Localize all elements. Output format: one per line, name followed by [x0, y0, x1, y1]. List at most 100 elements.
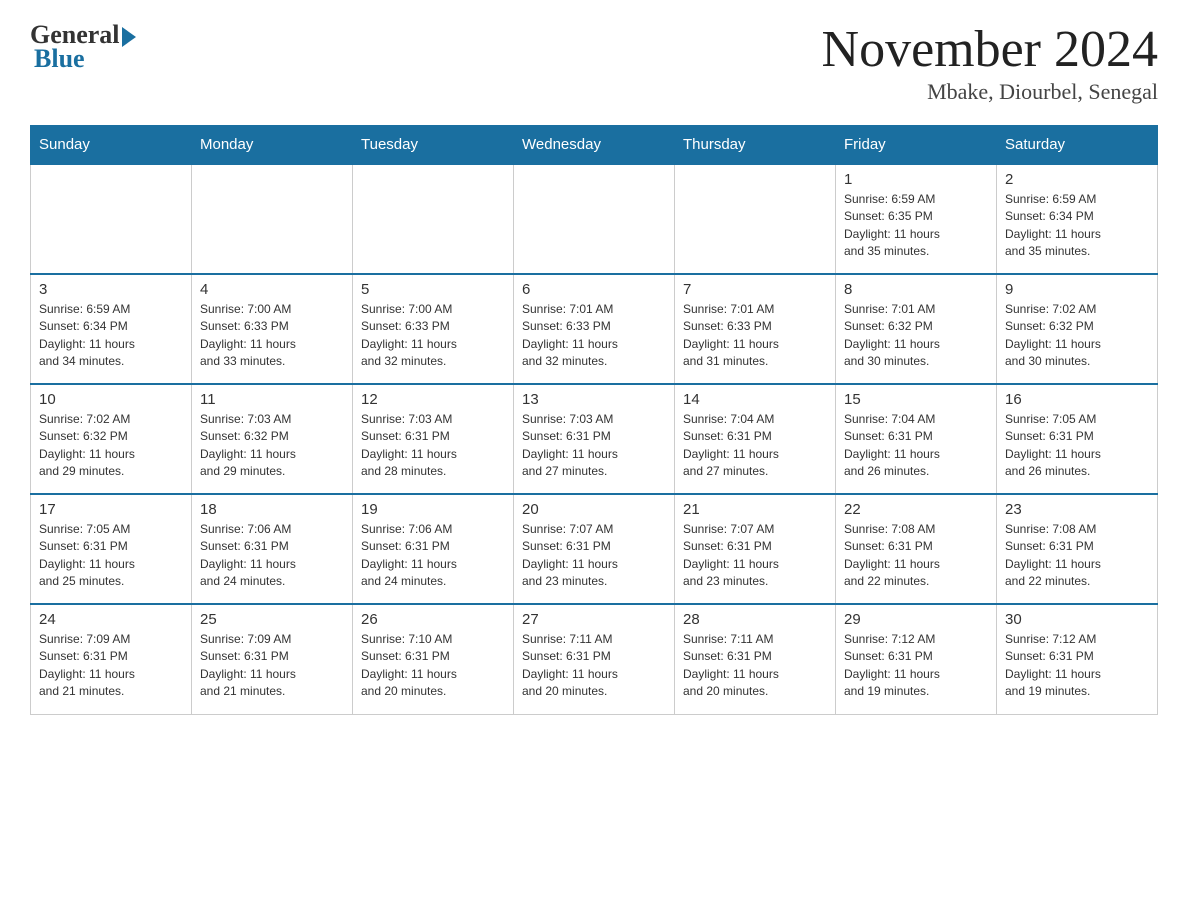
calendar-week-row: 24 Sunrise: 7:09 AMSunset: 6:31 PMDayligh… [31, 604, 1158, 714]
day-info: Sunrise: 7:09 AMSunset: 6:31 PMDaylight:… [200, 631, 344, 701]
day-info: Sunrise: 7:06 AMSunset: 6:31 PMDaylight:… [200, 521, 344, 591]
day-number: 6 [522, 281, 666, 298]
day-number: 18 [200, 501, 344, 518]
day-info: Sunrise: 7:00 AMSunset: 6:33 PMDaylight:… [200, 301, 344, 371]
col-friday: Friday [836, 126, 997, 165]
table-row: 11Sunrise: 7:03 AMSunset: 6:32 PMDayligh… [192, 384, 353, 494]
calendar-header-row: Sunday Monday Tuesday Wednesday Thursday… [31, 126, 1158, 165]
day-number: 28 [683, 611, 827, 628]
day-number: 14 [683, 391, 827, 408]
table-row: 1 Sunrise: 6:59 AMSunset: 6:35 PMDaylight… [836, 164, 997, 274]
calendar-week-row: 10Sunrise: 7:02 AMSunset: 6:32 PMDayligh… [31, 384, 1158, 494]
table-row: 7Sunrise: 7:01 AMSunset: 6:33 PMDaylight… [675, 274, 836, 384]
table-row: 6 Sunrise: 7:01 AMSunset: 6:33 PMDaylight… [514, 274, 675, 384]
day-number: 12 [361, 391, 505, 408]
table-row: 17Sunrise: 7:05 AMSunset: 6:31 PMDayligh… [31, 494, 192, 604]
table-row [675, 164, 836, 274]
table-row: 20 Sunrise: 7:07 AMSunset: 6:31 PMDayligh… [514, 494, 675, 604]
day-number: 22 [844, 501, 988, 518]
day-info: Sunrise: 7:00 AMSunset: 6:33 PMDaylight:… [361, 301, 505, 371]
table-row: 22 Sunrise: 7:08 AMSunset: 6:31 PMDayligh… [836, 494, 997, 604]
day-info: Sunrise: 7:07 AMSunset: 6:31 PMDaylight:… [683, 521, 827, 591]
table-row: 23 Sunrise: 7:08 AMSunset: 6:31 PMDayligh… [997, 494, 1158, 604]
table-row: 14 Sunrise: 7:04 AMSunset: 6:31 PMDayligh… [675, 384, 836, 494]
table-row [353, 164, 514, 274]
day-info: Sunrise: 7:01 AMSunset: 6:32 PMDaylight:… [844, 301, 988, 371]
day-info: Sunrise: 7:02 AMSunset: 6:32 PMDaylight:… [1005, 301, 1149, 371]
table-row: 12 Sunrise: 7:03 AMSunset: 6:31 PMDayligh… [353, 384, 514, 494]
table-row: 16 Sunrise: 7:05 AMSunset: 6:31 PMDayligh… [997, 384, 1158, 494]
day-number: 8 [844, 281, 988, 298]
day-info: Sunrise: 7:09 AMSunset: 6:31 PMDaylight:… [39, 631, 183, 701]
table-row: 4Sunrise: 7:00 AMSunset: 6:33 PMDaylight… [192, 274, 353, 384]
day-number: 9 [1005, 281, 1149, 298]
day-number: 26 [361, 611, 505, 628]
col-thursday: Thursday [675, 126, 836, 165]
day-number: 10 [39, 391, 183, 408]
table-row: 19Sunrise: 7:06 AMSunset: 6:31 PMDayligh… [353, 494, 514, 604]
col-monday: Monday [192, 126, 353, 165]
table-row: 15Sunrise: 7:04 AMSunset: 6:31 PMDayligh… [836, 384, 997, 494]
calendar-week-row: 3 Sunrise: 6:59 AMSunset: 6:34 PMDaylight… [31, 274, 1158, 384]
day-number: 25 [200, 611, 344, 628]
logo: General Blue [30, 20, 136, 74]
day-info: Sunrise: 7:10 AMSunset: 6:31 PMDaylight:… [361, 631, 505, 701]
col-tuesday: Tuesday [353, 126, 514, 165]
day-info: Sunrise: 7:06 AMSunset: 6:31 PMDaylight:… [361, 521, 505, 591]
table-row [31, 164, 192, 274]
day-number: 11 [200, 391, 344, 408]
day-info: Sunrise: 7:04 AMSunset: 6:31 PMDaylight:… [844, 411, 988, 481]
col-saturday: Saturday [997, 126, 1158, 165]
table-row: 24 Sunrise: 7:09 AMSunset: 6:31 PMDayligh… [31, 604, 192, 714]
day-info: Sunrise: 7:12 AMSunset: 6:31 PMDaylight:… [1005, 631, 1149, 701]
day-number: 3 [39, 281, 183, 298]
day-number: 24 [39, 611, 183, 628]
calendar-week-row: 1 Sunrise: 6:59 AMSunset: 6:35 PMDaylight… [31, 164, 1158, 274]
day-info: Sunrise: 6:59 AMSunset: 6:34 PMDaylight:… [39, 301, 183, 371]
day-number: 29 [844, 611, 988, 628]
day-info: Sunrise: 7:08 AMSunset: 6:31 PMDaylight:… [844, 521, 988, 591]
day-info: Sunrise: 7:01 AMSunset: 6:33 PMDaylight:… [522, 301, 666, 371]
table-row [514, 164, 675, 274]
day-number: 5 [361, 281, 505, 298]
day-number: 30 [1005, 611, 1149, 628]
day-info: Sunrise: 7:08 AMSunset: 6:31 PMDaylight:… [1005, 521, 1149, 591]
day-info: Sunrise: 7:01 AMSunset: 6:33 PMDaylight:… [683, 301, 827, 371]
day-info: Sunrise: 7:11 AMSunset: 6:31 PMDaylight:… [522, 631, 666, 701]
table-row: 26 Sunrise: 7:10 AMSunset: 6:31 PMDayligh… [353, 604, 514, 714]
day-info: Sunrise: 7:03 AMSunset: 6:31 PMDaylight:… [522, 411, 666, 481]
day-number: 23 [1005, 501, 1149, 518]
title-block: November 2024 Mbake, Diourbel, Senegal [822, 20, 1158, 105]
day-info: Sunrise: 7:04 AMSunset: 6:31 PMDaylight:… [683, 411, 827, 481]
day-info: Sunrise: 7:12 AMSunset: 6:31 PMDaylight:… [844, 631, 988, 701]
day-info: Sunrise: 7:11 AMSunset: 6:31 PMDaylight:… [683, 631, 827, 701]
month-title: November 2024 [822, 20, 1158, 79]
day-number: 1 [844, 171, 988, 188]
day-number: 16 [1005, 391, 1149, 408]
table-row: 5 Sunrise: 7:00 AMSunset: 6:33 PMDaylight… [353, 274, 514, 384]
day-info: Sunrise: 7:07 AMSunset: 6:31 PMDaylight:… [522, 521, 666, 591]
calendar-week-row: 17Sunrise: 7:05 AMSunset: 6:31 PMDayligh… [31, 494, 1158, 604]
day-info: Sunrise: 7:05 AMSunset: 6:31 PMDaylight:… [1005, 411, 1149, 481]
logo-blue-text: Blue [34, 44, 85, 74]
table-row: 10Sunrise: 7:02 AMSunset: 6:32 PMDayligh… [31, 384, 192, 494]
location-title: Mbake, Diourbel, Senegal [822, 79, 1158, 105]
page-header: General Blue November 2024 Mbake, Diourb… [30, 20, 1158, 105]
table-row: 28 Sunrise: 7:11 AMSunset: 6:31 PMDayligh… [675, 604, 836, 714]
table-row: 9 Sunrise: 7:02 AMSunset: 6:32 PMDaylight… [997, 274, 1158, 384]
table-row: 2 Sunrise: 6:59 AMSunset: 6:34 PMDaylight… [997, 164, 1158, 274]
logo-arrow-icon [122, 27, 136, 47]
table-row: 18 Sunrise: 7:06 AMSunset: 6:31 PMDayligh… [192, 494, 353, 604]
day-number: 2 [1005, 171, 1149, 188]
table-row: 25 Sunrise: 7:09 AMSunset: 6:31 PMDayligh… [192, 604, 353, 714]
day-info: Sunrise: 6:59 AMSunset: 6:34 PMDaylight:… [1005, 191, 1149, 261]
day-info: Sunrise: 6:59 AMSunset: 6:35 PMDaylight:… [844, 191, 988, 261]
day-number: 13 [522, 391, 666, 408]
day-number: 27 [522, 611, 666, 628]
table-row: 8 Sunrise: 7:01 AMSunset: 6:32 PMDaylight… [836, 274, 997, 384]
day-info: Sunrise: 7:03 AMSunset: 6:31 PMDaylight:… [361, 411, 505, 481]
table-row: 21 Sunrise: 7:07 AMSunset: 6:31 PMDayligh… [675, 494, 836, 604]
table-row: 13 Sunrise: 7:03 AMSunset: 6:31 PMDayligh… [514, 384, 675, 494]
day-number: 20 [522, 501, 666, 518]
day-number: 21 [683, 501, 827, 518]
